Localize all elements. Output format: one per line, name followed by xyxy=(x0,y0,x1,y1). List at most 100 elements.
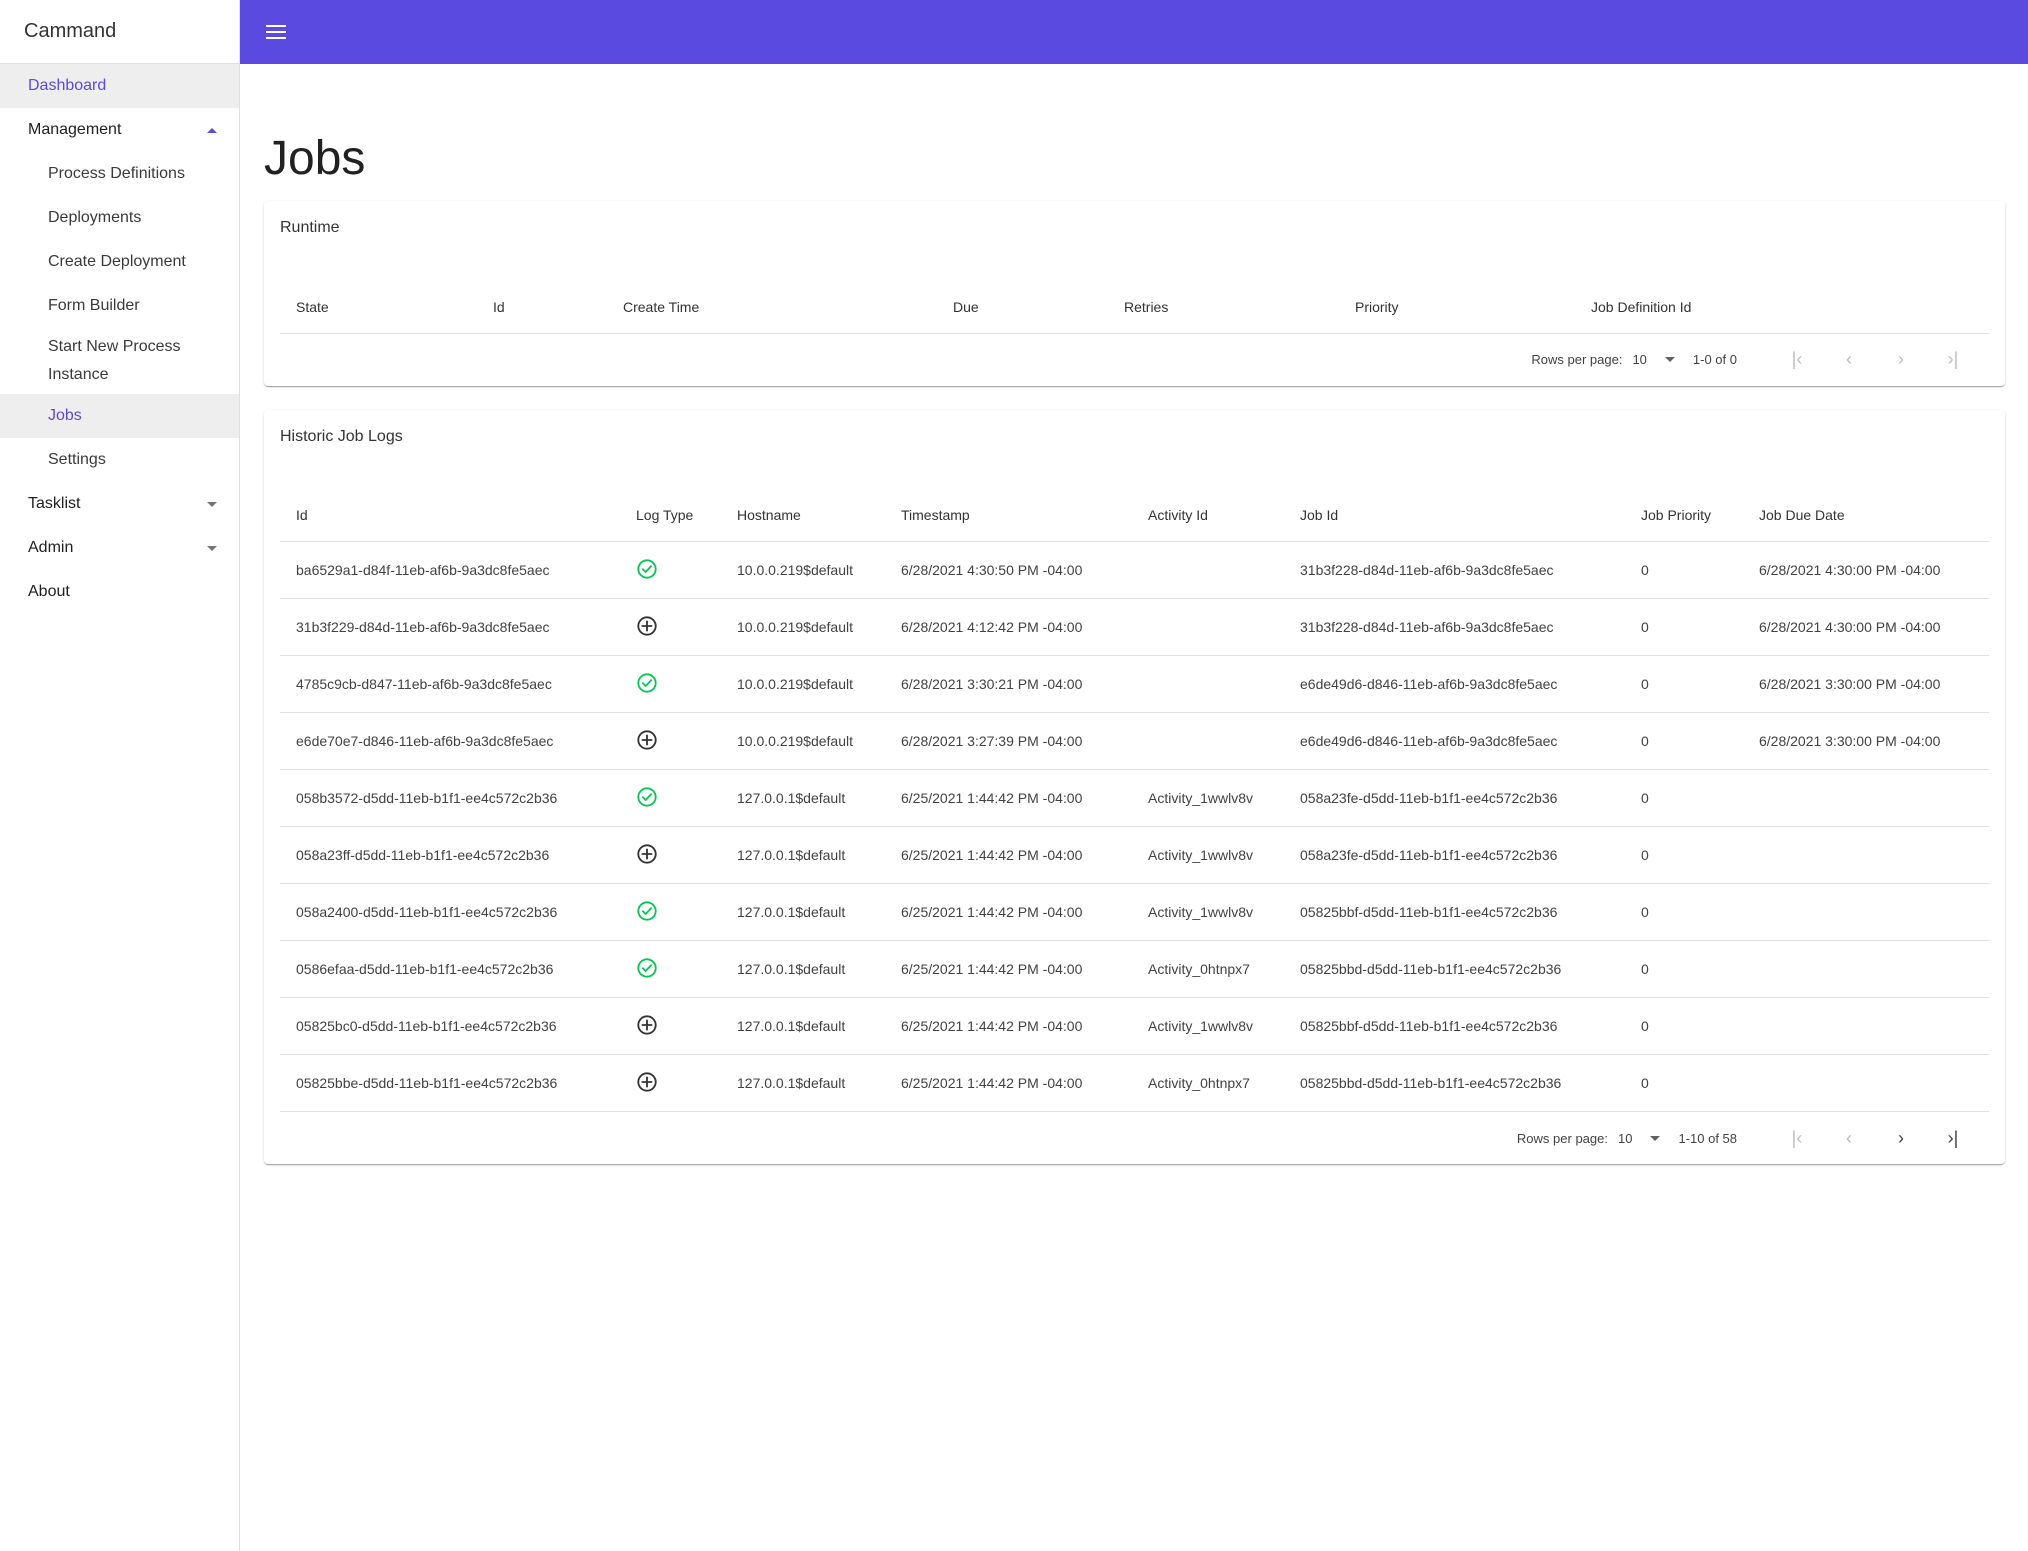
runtime-pagination: Rows per page: 10 1-0 of 0 |‹ ‹ › ›| xyxy=(280,334,1989,386)
table-row[interactable]: 05825bbe-d5dd-11eb-b1f1-ee4c572c2b36 127.… xyxy=(280,1054,1989,1112)
sidebar-item-label: Process Definitions xyxy=(48,165,185,182)
cell-job-priority: 0 xyxy=(1625,1054,1743,1112)
cell-activity-id: Activity_1wwlv8v xyxy=(1132,883,1284,941)
sidebar-item-form-builder[interactable]: Form Builder xyxy=(0,284,239,328)
cell-hostname: 10.0.0.219$default xyxy=(721,541,885,599)
cell-id: 058a23ff-d5dd-11eb-b1f1-ee4c572c2b36 xyxy=(280,826,620,884)
cell-job-id: e6de49d6-d846-11eb-af6b-9a3dc8fe5aec xyxy=(1284,712,1625,770)
cell-job-priority: 0 xyxy=(1625,883,1743,941)
sidebar-item-tasklist[interactable]: Tasklist xyxy=(0,482,239,526)
chevron-right-icon: › xyxy=(1898,1127,1904,1148)
previous-page-button[interactable]: ‹ xyxy=(1823,1128,1875,1149)
rows-per-page-select[interactable]: 10 xyxy=(1632,352,1675,367)
table-row[interactable]: e6de70e7-d846-11eb-af6b-9a3dc8fe5aec 10.0… xyxy=(280,712,1989,770)
cell-hostname: 127.0.0.1$default xyxy=(721,883,885,941)
first-page-button[interactable]: |‹ xyxy=(1771,349,1823,370)
sidebar-item-create-deployment[interactable]: Create Deployment xyxy=(0,240,239,284)
column-header-state: State xyxy=(280,261,477,334)
next-page-button[interactable]: › xyxy=(1875,1128,1927,1149)
next-page-button[interactable]: › xyxy=(1875,349,1927,370)
page-title: Jobs xyxy=(264,132,366,185)
cell-job-id: 05825bbf-d5dd-11eb-b1f1-ee4c572c2b36 xyxy=(1284,997,1625,1055)
cell-timestamp: 6/28/2021 3:27:39 PM -04:00 xyxy=(885,712,1132,770)
cell-id: 4785c9cb-d847-11eb-af6b-9a3dc8fe5aec xyxy=(280,655,620,713)
cell-job-id: 05825bbd-d5dd-11eb-b1f1-ee4c572c2b36 xyxy=(1284,1054,1625,1112)
historic-job-logs-card: Historic Job Logs Id Log Type Hostname T… xyxy=(264,409,2005,1164)
cell-timestamp: 6/28/2021 4:30:50 PM -04:00 xyxy=(885,541,1132,599)
cell-log-type xyxy=(620,712,721,770)
sidebar-item-dashboard[interactable]: Dashboard xyxy=(0,64,239,108)
sidebar-item-label: Settings xyxy=(48,451,106,468)
sidebar-item-settings[interactable]: Settings xyxy=(0,438,239,482)
cell-activity-id xyxy=(1132,541,1284,599)
cell-job-due-date: 6/28/2021 4:30:00 PM -04:00 xyxy=(1743,598,1989,656)
caret-down-icon xyxy=(1664,357,1675,362)
hamburger-menu-icon[interactable] xyxy=(266,25,286,39)
table-row[interactable]: 058b3572-d5dd-11eb-b1f1-ee4c572c2b36 127.… xyxy=(280,769,1989,827)
table-row[interactable]: ba6529a1-d84f-11eb-af6b-9a3dc8fe5aec 10.0… xyxy=(280,541,1989,599)
first-page-icon: |‹ xyxy=(1791,349,1803,369)
sidebar-item-jobs[interactable]: Jobs xyxy=(0,394,239,438)
cell-activity-id: Activity_1wwlv8v xyxy=(1132,769,1284,827)
add-circle-icon xyxy=(636,729,658,754)
cell-job-priority: 0 xyxy=(1625,769,1743,827)
cell-activity-id xyxy=(1132,655,1284,713)
table-row[interactable]: 4785c9cb-d847-11eb-af6b-9a3dc8fe5aec 10.0… xyxy=(280,655,1989,713)
sidebar-item-process-definitions[interactable]: Process Definitions xyxy=(0,152,239,196)
sidebar-item-start-new-process-instance[interactable]: Start New Process Instance xyxy=(0,328,239,394)
cell-job-id: 31b3f228-d84d-11eb-af6b-9a3dc8fe5aec xyxy=(1284,598,1625,656)
add-circle-icon xyxy=(636,1071,658,1096)
cell-id: 058b3572-d5dd-11eb-b1f1-ee4c572c2b36 xyxy=(280,769,620,827)
column-header-activity-id: Activity Id xyxy=(1132,469,1284,542)
sidebar-item-about[interactable]: About xyxy=(0,570,239,614)
cell-log-type xyxy=(620,655,721,713)
runtime-table-header-row: State Id Create Time Due Retries Priorit… xyxy=(280,261,1989,334)
first-page-button[interactable]: |‹ xyxy=(1771,1128,1823,1149)
previous-page-button[interactable]: ‹ xyxy=(1823,349,1875,370)
table-row[interactable]: 058a23ff-d5dd-11eb-b1f1-ee4c572c2b36 127.… xyxy=(280,826,1989,884)
caret-down-icon xyxy=(207,501,217,507)
sidebar-item-deployments[interactable]: Deployments xyxy=(0,196,239,240)
cell-job-due-date xyxy=(1743,826,1989,884)
cell-log-type xyxy=(620,541,721,599)
sidebar-item-label: Start New Process Instance xyxy=(48,338,181,383)
pagination-range: 1-0 of 0 xyxy=(1692,352,1737,367)
cell-job-priority: 0 xyxy=(1625,997,1743,1055)
check-circle-icon xyxy=(636,558,658,583)
runtime-card-title: Runtime xyxy=(280,219,340,236)
column-header-id: Id xyxy=(477,261,607,334)
caret-down-icon xyxy=(1650,1135,1661,1141)
sidebar: Cammand Dashboard Management Process Def… xyxy=(0,0,240,1551)
table-row[interactable]: 0586efaa-d5dd-11eb-b1f1-ee4c572c2b36 127.… xyxy=(280,940,1989,998)
sidebar-item-management[interactable]: Management xyxy=(0,108,239,152)
sidebar-item-label: Jobs xyxy=(48,407,82,424)
cell-hostname: 127.0.0.1$default xyxy=(721,997,885,1055)
cell-job-id: 058a23fe-d5dd-11eb-b1f1-ee4c572c2b36 xyxy=(1284,826,1625,884)
sidebar-item-label: Management xyxy=(28,121,122,138)
cell-job-due-date xyxy=(1743,883,1989,941)
cell-job-priority: 0 xyxy=(1625,712,1743,770)
cell-job-id: e6de49d6-d846-11eb-af6b-9a3dc8fe5aec xyxy=(1284,655,1625,713)
cell-timestamp: 6/28/2021 4:12:42 PM -04:00 xyxy=(885,598,1132,656)
rows-per-page-select[interactable]: 10 xyxy=(1618,1131,1661,1146)
cell-hostname: 10.0.0.219$default xyxy=(721,712,885,770)
cell-log-type xyxy=(620,826,721,884)
cell-activity-id: Activity_0htnpx7 xyxy=(1132,940,1284,998)
column-header-timestamp: Timestamp xyxy=(885,469,1132,542)
cell-job-priority: 0 xyxy=(1625,826,1743,884)
sidebar-item-admin[interactable]: Admin xyxy=(0,526,239,570)
cell-job-due-date xyxy=(1743,940,1989,998)
last-page-button[interactable]: ›| xyxy=(1927,1128,1979,1149)
table-row[interactable]: 058a2400-d5dd-11eb-b1f1-ee4c572c2b36 127.… xyxy=(280,883,1989,941)
sidebar-item-label: About xyxy=(28,583,70,600)
cell-timestamp: 6/28/2021 3:30:21 PM -04:00 xyxy=(885,655,1132,713)
last-page-button[interactable]: ›| xyxy=(1927,349,1979,370)
table-row[interactable]: 05825bc0-d5dd-11eb-b1f1-ee4c572c2b36 127.… xyxy=(280,997,1989,1055)
column-header-due: Due xyxy=(937,261,1108,334)
add-circle-icon xyxy=(636,843,658,868)
table-row[interactable]: 31b3f229-d84d-11eb-af6b-9a3dc8fe5aec 10.0… xyxy=(280,598,1989,656)
sidebar-item-label: Create Deployment xyxy=(48,253,186,270)
cell-timestamp: 6/25/2021 1:44:42 PM -04:00 xyxy=(885,826,1132,884)
column-header-job-definition-id: Job Definition Id xyxy=(1575,261,1989,334)
cell-job-due-date xyxy=(1743,769,1989,827)
